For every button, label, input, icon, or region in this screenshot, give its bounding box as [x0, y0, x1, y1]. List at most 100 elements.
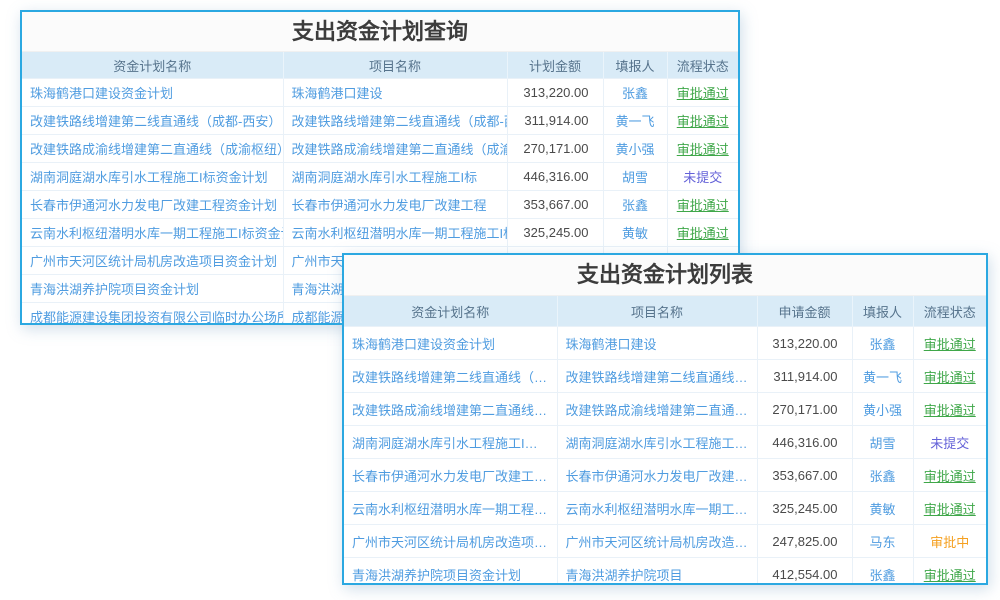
cell-plan-name[interactable]: 青海洪湖养护院项目资金计划	[22, 275, 283, 303]
cell-status[interactable]: 审批通过	[667, 191, 738, 219]
table-row[interactable]: 湖南洞庭湖水库引水工程施工I标资金计划 湖南洞庭湖水库引水工程施工I标 446,…	[22, 163, 738, 191]
cell-project-name[interactable]: 云南水利枢纽潜明水库一期工程施工I标	[557, 492, 757, 525]
cell-status[interactable]: 审批通过	[667, 107, 738, 135]
cell-project-name[interactable]: 改建铁路成渝线增建第二直通线（成渝枢纽）	[283, 135, 507, 163]
table-row[interactable]: 长春市伊通河水力发电厂改建工程资金计划 长春市伊通河水力发电厂改建工程 353,…	[344, 459, 986, 492]
cell-status[interactable]: 审批通过	[913, 360, 986, 393]
cell-reporter[interactable]: 黄敏	[603, 219, 667, 247]
status-badge[interactable]: 审批通过	[924, 469, 976, 484]
table-row[interactable]: 长春市伊通河水力发电厂改建工程资金计划 长春市伊通河水力发电厂改建工程 353,…	[22, 191, 738, 219]
list-table: 资金计划名称 项目名称 申请金额 填报人 流程状态 珠海鹤港口建设资金计划 珠海…	[344, 296, 986, 585]
cell-reporter[interactable]: 黄小强	[603, 135, 667, 163]
cell-plan-name[interactable]: 湖南洞庭湖水库引水工程施工I标资金计划	[22, 163, 283, 191]
cell-reporter[interactable]: 黄小强	[852, 393, 913, 426]
cell-status[interactable]: 未提交	[667, 163, 738, 191]
cell-reporter[interactable]: 张鑫	[603, 191, 667, 219]
cell-project-name[interactable]: 广州市天河区统计局机房改造项目	[557, 525, 757, 558]
status-badge[interactable]: 审批通过	[677, 226, 729, 241]
cell-amount: 313,220.00	[507, 79, 603, 107]
cell-amount: 446,316.00	[507, 163, 603, 191]
cell-status[interactable]: 审批通过	[913, 393, 986, 426]
cell-plan-name[interactable]: 珠海鹤港口建设资金计划	[344, 327, 557, 360]
cell-project-name[interactable]: 青海洪湖养护院项目	[557, 558, 757, 586]
cell-amount: 353,667.00	[507, 191, 603, 219]
table-row[interactable]: 珠海鹤港口建设资金计划 珠海鹤港口建设 313,220.00 张鑫 审批通过	[22, 79, 738, 107]
column-header-project: 项目名称	[283, 52, 507, 79]
status-badge[interactable]: 审批通过	[924, 403, 976, 418]
status-badge[interactable]: 审批通过	[924, 370, 976, 385]
cell-project-name[interactable]: 云南水利枢纽潜明水库一期工程施工I标	[283, 219, 507, 247]
list-panel-title: 支出资金计划列表	[344, 255, 986, 296]
status-badge[interactable]: 审批通过	[677, 198, 729, 213]
cell-project-name[interactable]: 长春市伊通河水力发电厂改建工程	[557, 459, 757, 492]
cell-reporter[interactable]: 张鑫	[603, 79, 667, 107]
cell-plan-name[interactable]: 青海洪湖养护院项目资金计划	[344, 558, 557, 586]
cell-status[interactable]: 审批通过	[913, 492, 986, 525]
status-badge[interactable]: 审批通过	[677, 86, 729, 101]
cell-reporter[interactable]: 马东	[852, 525, 913, 558]
column-header-reporter: 填报人	[852, 296, 913, 327]
column-header-reporter: 填报人	[603, 52, 667, 79]
cell-status[interactable]: 审批通过	[667, 219, 738, 247]
cell-project-name[interactable]: 改建铁路线增建第二线直通线（成都-西安）	[557, 360, 757, 393]
cell-status[interactable]: 审批通过	[667, 135, 738, 163]
cell-plan-name[interactable]: 长春市伊通河水力发电厂改建工程资金计划	[22, 191, 283, 219]
column-header-status: 流程状态	[667, 52, 738, 79]
cell-amount: 353,667.00	[757, 459, 852, 492]
table-row[interactable]: 改建铁路成渝线增建第二直通线（成渝枢纽）电力 改建铁路成渝线增建第二直通线（成渝…	[22, 135, 738, 163]
cell-project-name[interactable]: 长春市伊通河水力发电厂改建工程	[283, 191, 507, 219]
cell-plan-name[interactable]: 长春市伊通河水力发电厂改建工程资金计划	[344, 459, 557, 492]
cell-plan-name[interactable]: 广州市天河区统计局机房改造项目资金计划	[22, 247, 283, 275]
status-badge[interactable]: 未提交	[930, 436, 969, 451]
cell-reporter[interactable]: 黄敏	[852, 492, 913, 525]
status-badge[interactable]: 未提交	[683, 170, 722, 185]
table-row[interactable]: 广州市天河区统计局机房改造项目资金计划 广州市天河区统计局机房改造项目 247,…	[344, 525, 986, 558]
cell-plan-name[interactable]: 改建铁路线增建第二线直通线（成都-西安）电力	[22, 107, 283, 135]
cell-plan-name[interactable]: 成都能源建设集团投资有限公司临时办公场所装	[22, 303, 283, 326]
cell-status[interactable]: 未提交	[913, 426, 986, 459]
cell-project-name[interactable]: 珠海鹤港口建设	[557, 327, 757, 360]
cell-status[interactable]: 审批通过	[913, 327, 986, 360]
status-badge[interactable]: 审批通过	[924, 502, 976, 517]
table-row[interactable]: 改建铁路成渝线增建第二直通线（成渝枢纽）电力 改建铁路成渝线增建第二直通线（成渝…	[344, 393, 986, 426]
cell-reporter[interactable]: 张鑫	[852, 327, 913, 360]
cell-project-name[interactable]: 湖南洞庭湖水库引水工程施工I标	[283, 163, 507, 191]
cell-plan-name[interactable]: 改建铁路线增建第二线直通线（成都-西安）电力	[344, 360, 557, 393]
status-badge[interactable]: 审批通过	[677, 114, 729, 129]
table-row[interactable]: 云南水利枢纽潜明水库一期工程施工I标资金计划 云南水利枢纽潜明水库一期工程施工I…	[344, 492, 986, 525]
cell-plan-name[interactable]: 改建铁路成渝线增建第二直通线（成渝枢纽）电力	[22, 135, 283, 163]
status-badge[interactable]: 审批通过	[924, 568, 976, 583]
cell-reporter[interactable]: 胡雪	[852, 426, 913, 459]
cell-reporter[interactable]: 胡雪	[603, 163, 667, 191]
cell-reporter[interactable]: 黄一飞	[852, 360, 913, 393]
cell-amount: 311,914.00	[507, 107, 603, 135]
cell-plan-name[interactable]: 云南水利枢纽潜明水库一期工程施工I标资金计划	[22, 219, 283, 247]
table-row[interactable]: 改建铁路线增建第二线直通线（成都-西安）电力 改建铁路线增建第二线直通线（成都-…	[22, 107, 738, 135]
cell-reporter[interactable]: 张鑫	[852, 558, 913, 586]
status-badge[interactable]: 审批通过	[924, 337, 976, 352]
cell-reporter[interactable]: 张鑫	[852, 459, 913, 492]
cell-amount: 311,914.00	[757, 360, 852, 393]
cell-plan-name[interactable]: 珠海鹤港口建设资金计划	[22, 79, 283, 107]
cell-status[interactable]: 审批中	[913, 525, 986, 558]
cell-project-name[interactable]: 湖南洞庭湖水库引水工程施工I标	[557, 426, 757, 459]
cell-project-name[interactable]: 珠海鹤港口建设	[283, 79, 507, 107]
cell-plan-name[interactable]: 广州市天河区统计局机房改造项目资金计划	[344, 525, 557, 558]
cell-plan-name[interactable]: 云南水利枢纽潜明水库一期工程施工I标资金计划	[344, 492, 557, 525]
cell-plan-name[interactable]: 改建铁路成渝线增建第二直通线（成渝枢纽）电力	[344, 393, 557, 426]
cell-status[interactable]: 审批通过	[667, 79, 738, 107]
cell-project-name[interactable]: 改建铁路线增建第二线直通线（成都-西安）	[283, 107, 507, 135]
cell-project-name[interactable]: 改建铁路成渝线增建第二直通线（成渝枢纽）	[557, 393, 757, 426]
table-row[interactable]: 青海洪湖养护院项目资金计划 青海洪湖养护院项目 412,554.00 张鑫 审批…	[344, 558, 986, 586]
cell-reporter[interactable]: 黄一飞	[603, 107, 667, 135]
table-row[interactable]: 改建铁路线增建第二线直通线（成都-西安）电力 改建铁路线增建第二线直通线（成都-…	[344, 360, 986, 393]
status-badge[interactable]: 审批中	[930, 535, 969, 550]
cell-plan-name[interactable]: 湖南洞庭湖水库引水工程施工I标资金计划	[344, 426, 557, 459]
cell-status[interactable]: 审批通过	[913, 459, 986, 492]
status-badge[interactable]: 审批通过	[677, 142, 729, 157]
table-row[interactable]: 云南水利枢纽潜明水库一期工程施工I标资金计划 云南水利枢纽潜明水库一期工程施工I…	[22, 219, 738, 247]
column-header-plan: 资金计划名称	[344, 296, 557, 327]
table-row[interactable]: 珠海鹤港口建设资金计划 珠海鹤港口建设 313,220.00 张鑫 审批通过	[344, 327, 986, 360]
cell-status[interactable]: 审批通过	[913, 558, 986, 586]
table-row[interactable]: 湖南洞庭湖水库引水工程施工I标资金计划 湖南洞庭湖水库引水工程施工I标 446,…	[344, 426, 986, 459]
